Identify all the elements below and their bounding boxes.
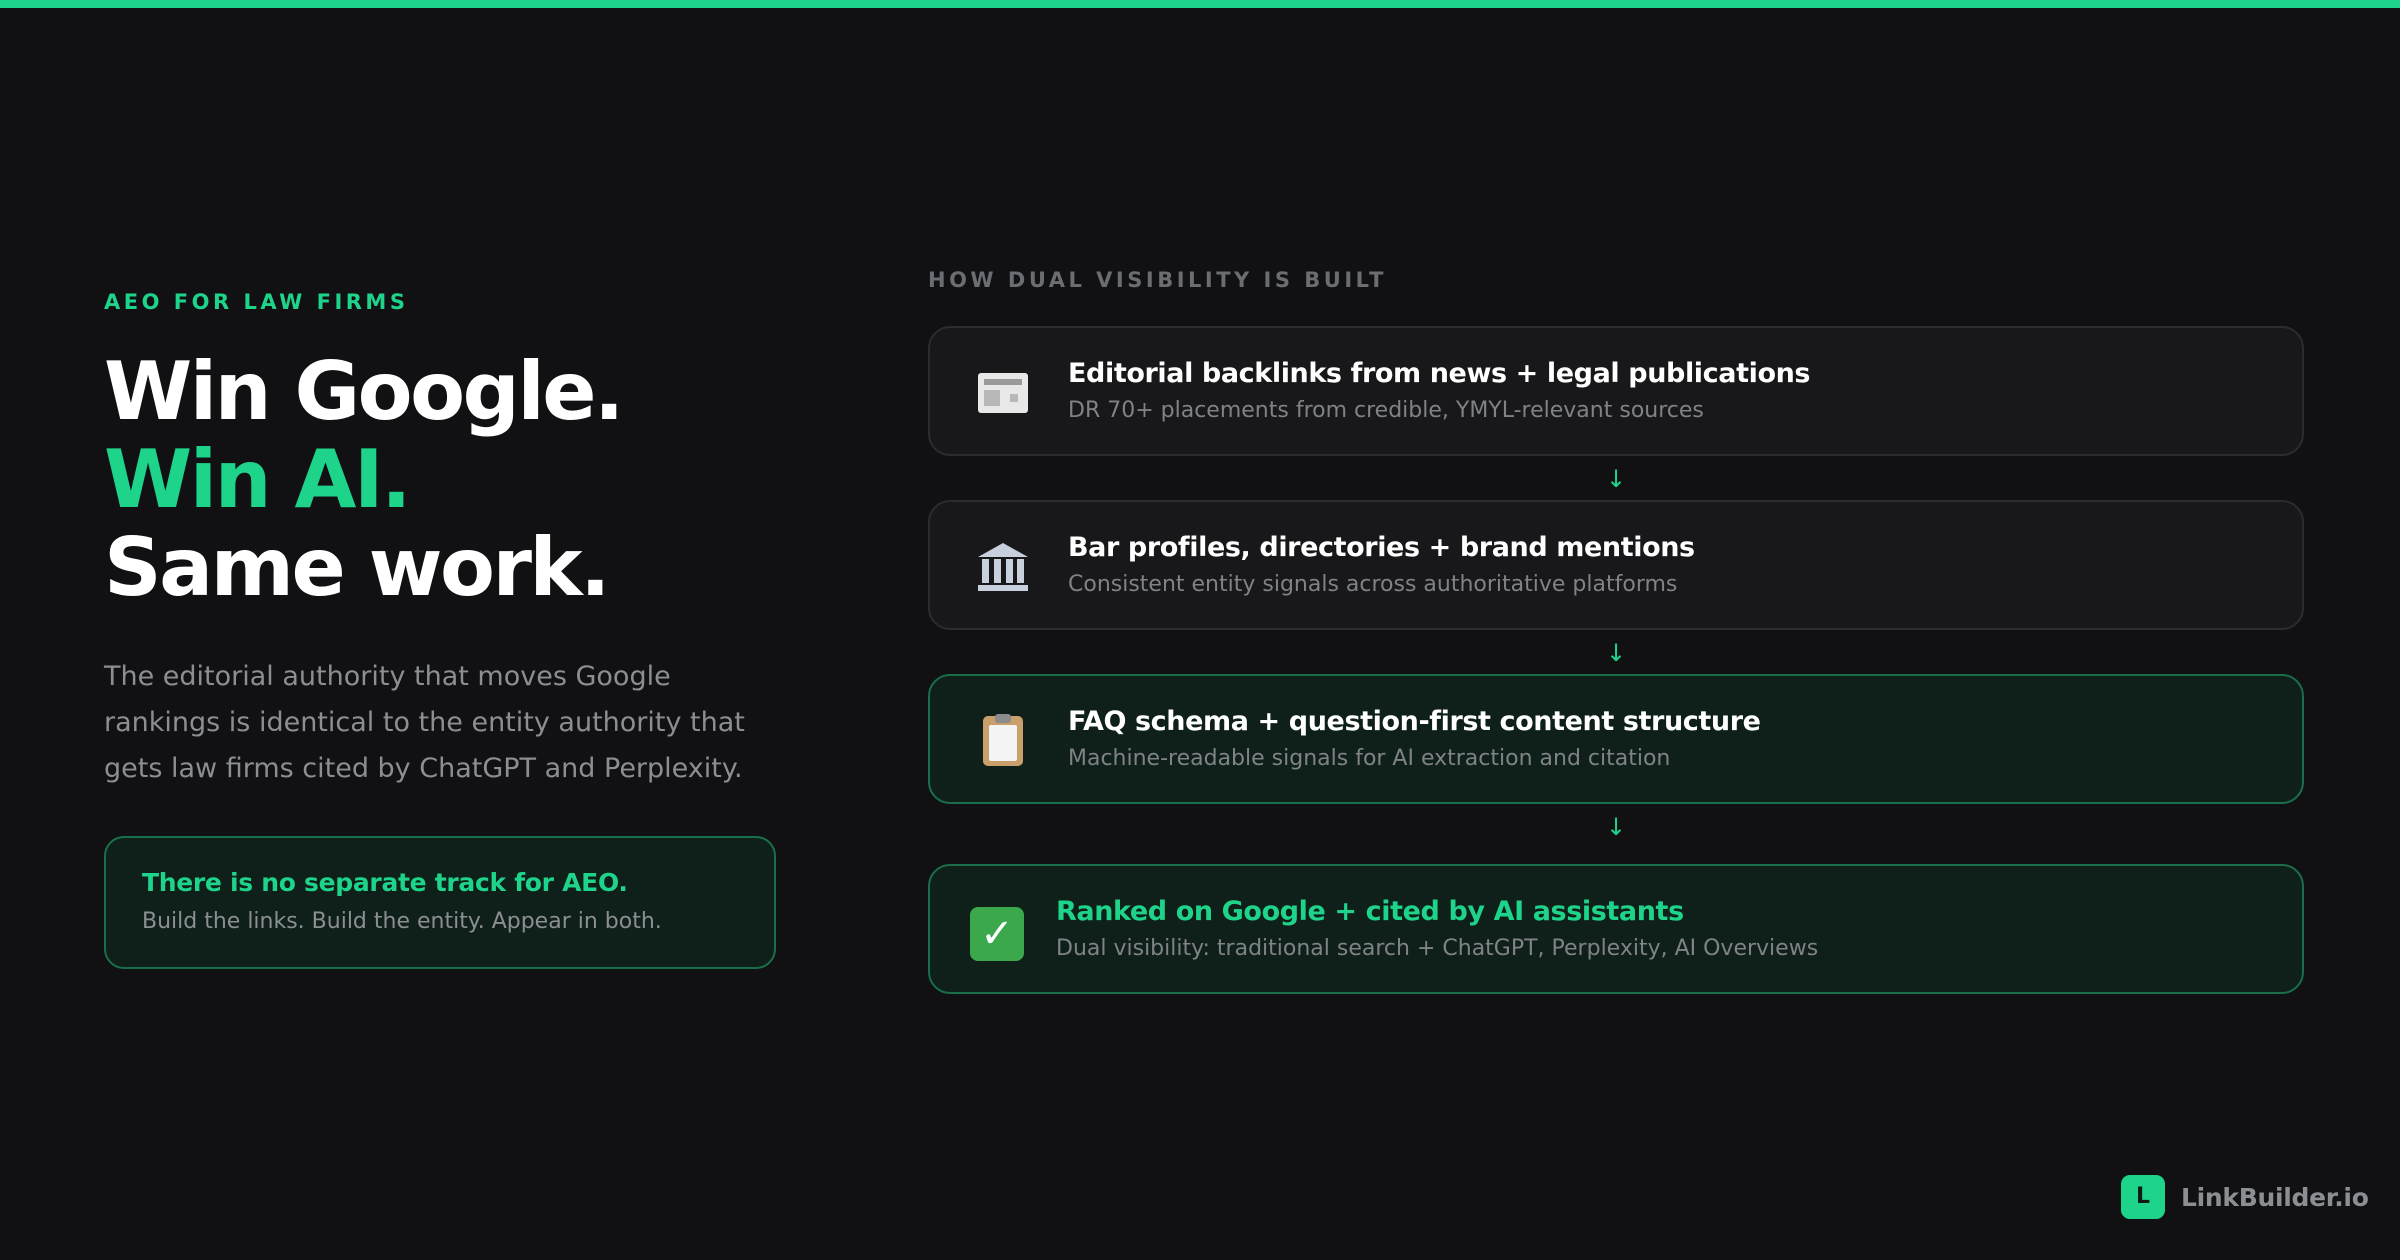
brand-name: LinkBuilder.io [2181,1182,2369,1212]
callout-box: There is no separate track for AEO. Buil… [104,836,776,969]
flow-step-faq-schema: FAQ schema + question-first content stru… [928,674,2304,804]
headline-line-3: Same work. [104,521,610,614]
flow-label: HOW DUAL VISIBILITY IS BUILT [928,268,1387,292]
step-description: DR 70+ placements from credible, YMYL-re… [1068,398,1704,423]
flow-step-result: ✓ Ranked on Google + cited by AI assista… [928,864,2304,994]
step-description: Dual visibility: traditional search + Ch… [1056,936,1819,961]
step-description: Machine-readable signals for AI extracti… [1068,746,1671,771]
headline: Win Google. Win AI. Same work. [104,348,794,612]
classical-building-icon [976,540,1030,594]
callout-subtitle: Build the links. Build the entity. Appea… [142,909,662,934]
callout-title: There is no separate track for AEO. [142,868,628,897]
flow-step-editorial-backlinks: Editorial backlinks from news + legal pu… [928,326,2304,456]
down-arrow-icon: ↓ [1605,813,1627,841]
step-title: Editorial backlinks from news + legal pu… [1068,358,1811,389]
step-title: FAQ schema + question-first content stru… [1068,706,1761,737]
lede-paragraph: The editorial authority that moves Googl… [104,661,745,784]
headline-line-1: Win Google. [104,345,624,438]
top-accent-bar [0,0,2400,8]
down-arrow-icon: ↓ [1605,639,1627,667]
step-title: Bar profiles, directories + brand mentio… [1068,532,1695,563]
down-arrow-icon: ↓ [1605,465,1627,493]
headline-line-2: Win AI. [104,433,412,526]
flow-step-bar-profiles: Bar profiles, directories + brand mentio… [928,500,2304,630]
brand-badge: L [2121,1175,2165,1219]
clipboard-icon [976,714,1030,768]
eyebrow-label: AEO FOR LAW FIRMS [104,290,409,314]
step-title: Ranked on Google + cited by AI assistant… [1056,896,1684,927]
check-mark-icon: ✓ [970,904,1024,961]
newspaper-icon [976,366,1030,420]
brand-logo: L LinkBuilder.io [2121,1175,2369,1219]
step-description: Consistent entity signals across authori… [1068,572,1678,597]
hero-section: AEO FOR LAW FIRMS Win Google. Win AI. Sa… [104,290,794,792]
